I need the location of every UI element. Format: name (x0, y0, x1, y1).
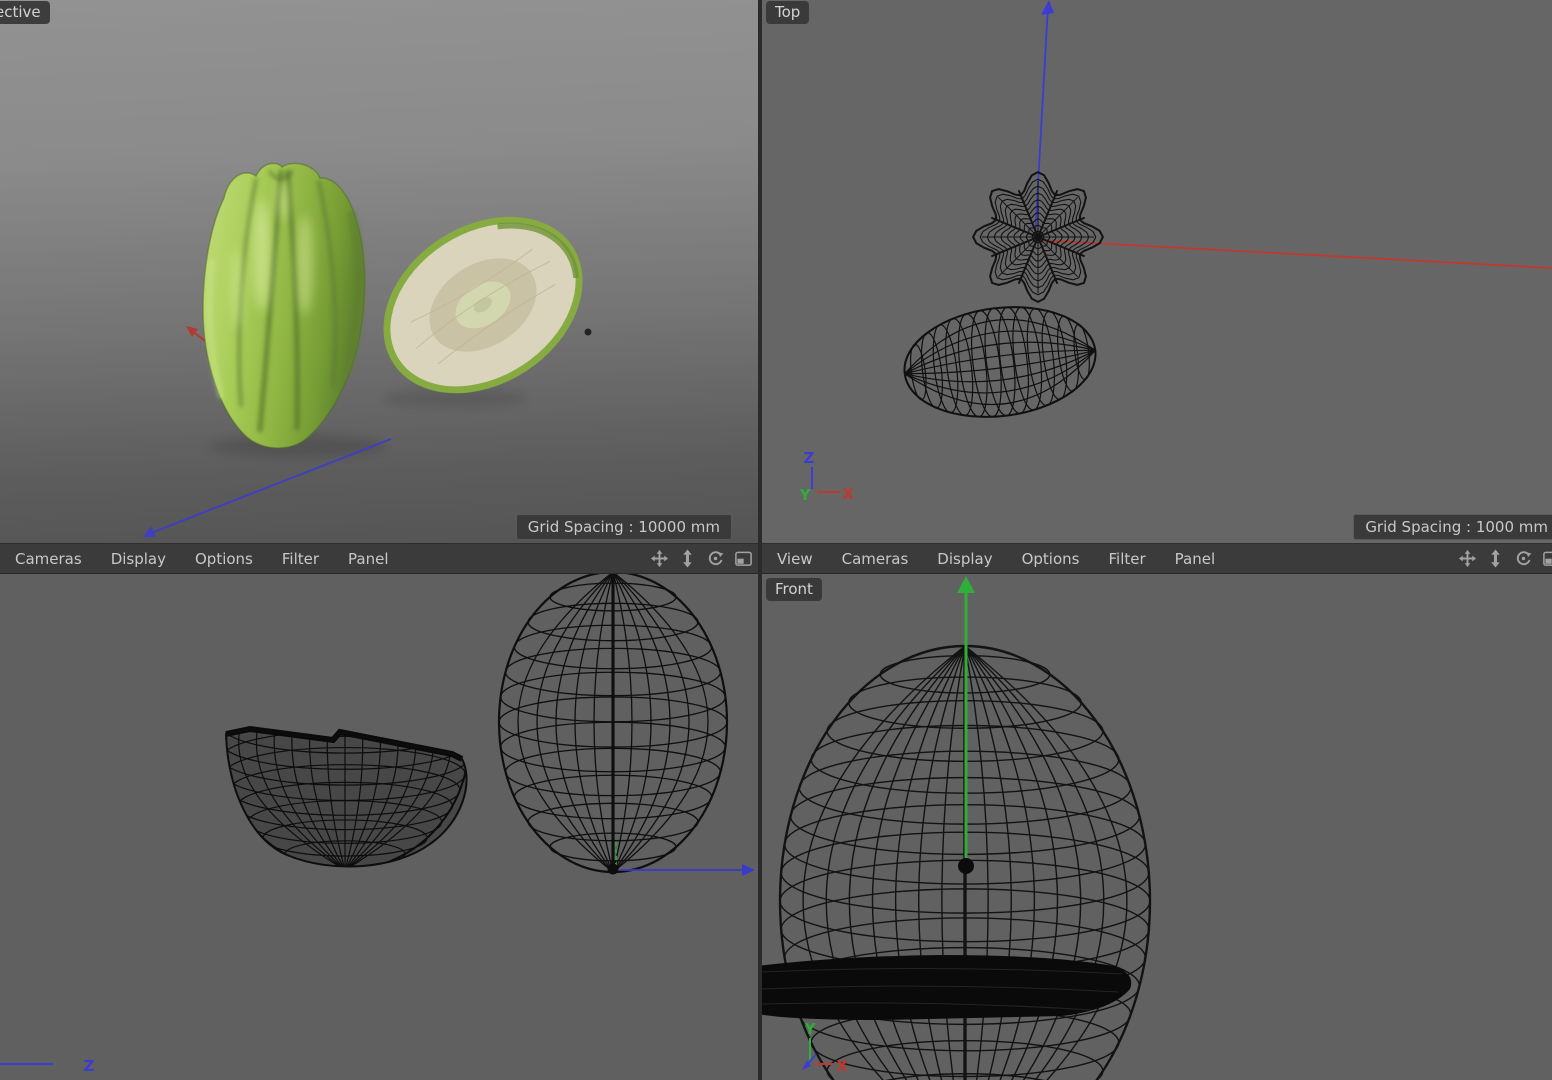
pan-icon[interactable] (650, 549, 669, 568)
grid-spacing-readout: Grid Spacing : 10000 mm (515, 514, 732, 540)
pan-icon[interactable] (1458, 549, 1477, 568)
viewport-menubar-left: Cameras Display Options Filter Panel (0, 543, 758, 574)
svg-text:Y: Y (799, 486, 812, 504)
svg-text:X: X (836, 1057, 848, 1075)
menu-display[interactable]: Display (111, 550, 166, 568)
dolly-icon[interactable] (678, 549, 697, 568)
object-axis-dot (584, 328, 592, 336)
menu-cameras[interactable]: Cameras (15, 550, 82, 568)
viewport-menubar-right: View Cameras Display Options Filter Pane… (762, 543, 1552, 574)
toggle-layout-icon[interactable] (734, 549, 753, 568)
svg-text:Z: Z (804, 449, 815, 467)
viewport-label-top[interactable]: Top (766, 1, 810, 24)
menu-filter[interactable]: Filter (282, 550, 319, 568)
menu-view[interactable]: View (777, 550, 813, 568)
quad-view-3d-editor: ective Grid Spacing : 10000 mm Z Y X Top… (0, 0, 1552, 1080)
menu-cameras[interactable]: Cameras (842, 550, 909, 568)
menu-display[interactable]: Display (937, 550, 992, 568)
chayote-whole-model (202, 162, 366, 449)
svg-text:Y: Y (804, 1020, 817, 1038)
rotate-icon[interactable] (706, 549, 725, 568)
viewport-bottom[interactable]: Z (0, 574, 758, 1080)
wireframe-models-top (903, 170, 1105, 418)
wireframe-models-bottom (224, 574, 729, 874)
viewport-label-front[interactable]: Front (766, 578, 822, 601)
menu-filter[interactable]: Filter (1108, 550, 1145, 568)
axis-gizmo-top: Z Y X (799, 449, 855, 504)
dolly-icon[interactable] (1486, 549, 1505, 568)
toggle-layout-icon[interactable] (1542, 549, 1552, 568)
svg-text:Z: Z (84, 1057, 95, 1075)
viewport-perspective[interactable]: ective Grid Spacing : 10000 mm (0, 0, 758, 543)
axis-gizmo-bottom: Z (0, 1057, 95, 1075)
viewport-front[interactable]: Y X Front (762, 574, 1552, 1080)
perspective-canvas (143, 162, 592, 537)
menu-options[interactable]: Options (1022, 550, 1080, 568)
x-axis-line (1034, 239, 1552, 269)
top-canvas: Z Y X (799, 0, 1552, 504)
menu-panel[interactable]: Panel (348, 550, 388, 568)
front-canvas: Y X (762, 576, 1152, 1080)
svg-text:X: X (842, 485, 854, 503)
menu-options[interactable]: Options (195, 550, 253, 568)
viewport-top[interactable]: Z Y X Top Grid Spacing : 1000 mm (762, 0, 1552, 543)
grid-spacing-readout: Grid Spacing : 1000 mm (1353, 514, 1552, 540)
viewport-label-perspective[interactable]: ective (0, 1, 50, 24)
bottom-canvas: Z (0, 574, 755, 1075)
menu-panel[interactable]: Panel (1175, 550, 1215, 568)
rotate-icon[interactable] (1514, 549, 1533, 568)
